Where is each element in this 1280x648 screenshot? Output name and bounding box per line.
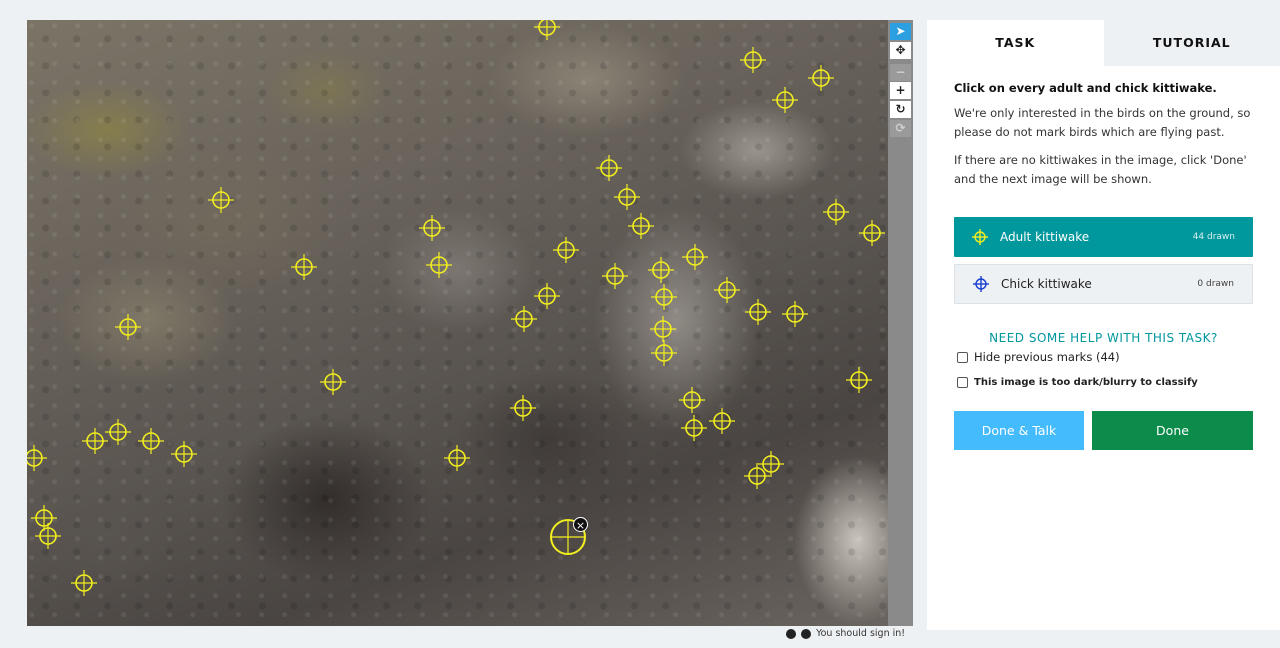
adult-kittiwake-mark[interactable] [681, 415, 707, 441]
adult-kittiwake-mark[interactable] [614, 184, 640, 210]
adult-kittiwake-mark[interactable] [426, 252, 452, 278]
adult-kittiwake-mark[interactable] [553, 237, 579, 263]
adult-kittiwake-mark[interactable] [679, 387, 705, 413]
delete-mark-icon[interactable]: × [573, 517, 588, 532]
adult-kittiwake-mark[interactable] [651, 284, 677, 310]
checkbox-box[interactable] [957, 377, 968, 388]
sign-in-text[interactable]: You should sign in! [816, 628, 905, 639]
image-toolbar: ➤ ✥ − + ↻ ⟳ [888, 20, 913, 626]
subject-image[interactable]: × [27, 20, 888, 626]
adult-kittiwake-mark[interactable] [744, 463, 770, 489]
instruction-paragraph: We're only interested in the birds on th… [954, 106, 1251, 139]
adult-kittiwake-mark[interactable] [291, 254, 317, 280]
adult-kittiwake-mark[interactable] [628, 213, 654, 239]
adult-kittiwake-mark[interactable] [596, 155, 622, 181]
adult-kittiwake-mark[interactable] [602, 263, 628, 289]
adult-kittiwake-mark[interactable] [534, 283, 560, 309]
too-dark-label: This image is too dark/blurry to classif… [974, 377, 1198, 388]
panel-tabs: TASK TUTORIAL [927, 20, 1280, 66]
adult-kittiwake-mark[interactable] [171, 441, 197, 467]
adult-kittiwake-mark[interactable] [682, 244, 708, 270]
sign-in-note: You should sign in! [786, 628, 905, 642]
adult-kittiwake-mark[interactable] [208, 187, 234, 213]
adult-kittiwake-mark[interactable] [138, 428, 164, 454]
pan-icon[interactable]: ✥ [890, 42, 911, 59]
adult-kittiwake-mark[interactable] [534, 20, 560, 40]
tool-label: Chick kittiwake [1001, 277, 1092, 291]
adult-kittiwake-mark[interactable] [444, 445, 470, 471]
adult-kittiwake-mark[interactable] [648, 257, 674, 283]
adult-kittiwake-mark[interactable] [35, 523, 61, 549]
reset-icon[interactable]: ⟳ [890, 120, 911, 137]
adult-kittiwake-mark[interactable] [651, 340, 677, 366]
adult-kittiwake-mark[interactable] [115, 314, 141, 340]
adult-kittiwake-mark[interactable] [714, 277, 740, 303]
zoom-out-icon[interactable]: − [890, 64, 911, 81]
tool-label: Adult kittiwake [1000, 230, 1090, 244]
hide-marks-checkbox[interactable]: Hide previous marks (44) [957, 350, 1120, 364]
adult-kittiwake-mark[interactable] [823, 199, 849, 225]
adult-kittiwake-mark[interactable] [105, 419, 131, 445]
zoom-in-icon[interactable]: + [890, 82, 911, 99]
pointer-icon[interactable]: ➤ [890, 23, 911, 40]
tab-task[interactable]: TASK [927, 20, 1104, 66]
adult-kittiwake-tool[interactable]: Adult kittiwake 44 drawn [954, 217, 1253, 257]
adult-kittiwake-mark[interactable] [808, 65, 834, 91]
contrast-icon[interactable] [786, 628, 796, 639]
chick-kittiwake-tool[interactable]: Chick kittiwake 0 drawn [954, 264, 1253, 304]
tool-count: 0 drawn [1197, 279, 1234, 289]
done-and-talk-button[interactable]: Done & Talk [954, 411, 1084, 450]
too-dark-checkbox[interactable]: This image is too dark/blurry to classif… [957, 377, 1198, 388]
adult-kittiwake-mark[interactable] [740, 47, 766, 73]
tab-tutorial[interactable]: TUTORIAL [1103, 20, 1280, 66]
rotate-icon[interactable]: ↻ [890, 101, 911, 118]
done-button[interactable]: Done [1092, 411, 1253, 450]
adult-kittiwake-mark[interactable] [511, 306, 537, 332]
help-link[interactable]: NEED SOME HELP WITH THIS TASK? [954, 331, 1253, 345]
adult-kittiwake-mark[interactable] [745, 299, 771, 325]
adult-kittiwake-mark[interactable] [320, 369, 346, 395]
adult-kittiwake-mark[interactable] [510, 395, 536, 421]
adult-kittiwake-mark[interactable] [419, 215, 445, 241]
adult-kittiwake-mark[interactable] [709, 408, 735, 434]
adult-kittiwake-mark[interactable] [27, 445, 47, 471]
adult-kittiwake-mark[interactable] [846, 367, 872, 393]
checkbox-box[interactable] [957, 351, 968, 363]
crosshair-icon [972, 229, 988, 245]
instruction-paragraph: If there are no kittiwakes in the image,… [954, 153, 1247, 186]
hide-marks-label: Hide previous marks (44) [974, 350, 1120, 364]
adult-kittiwake-mark[interactable] [650, 316, 676, 342]
adult-kittiwake-mark[interactable] [782, 301, 808, 327]
task-question: Click on every adult and chick kittiwake… [954, 81, 1217, 95]
tool-count: 44 drawn [1192, 232, 1235, 242]
adult-kittiwake-mark[interactable] [772, 87, 798, 113]
adult-kittiwake-mark[interactable] [859, 220, 885, 246]
task-panel: TASK TUTORIAL Click on every adult and c… [927, 20, 1280, 630]
crosshair-icon [973, 276, 989, 292]
task-instructions: We're only interested in the birds on th… [927, 104, 1280, 189]
info-icon[interactable] [801, 628, 812, 639]
adult-kittiwake-mark[interactable] [71, 570, 97, 596]
